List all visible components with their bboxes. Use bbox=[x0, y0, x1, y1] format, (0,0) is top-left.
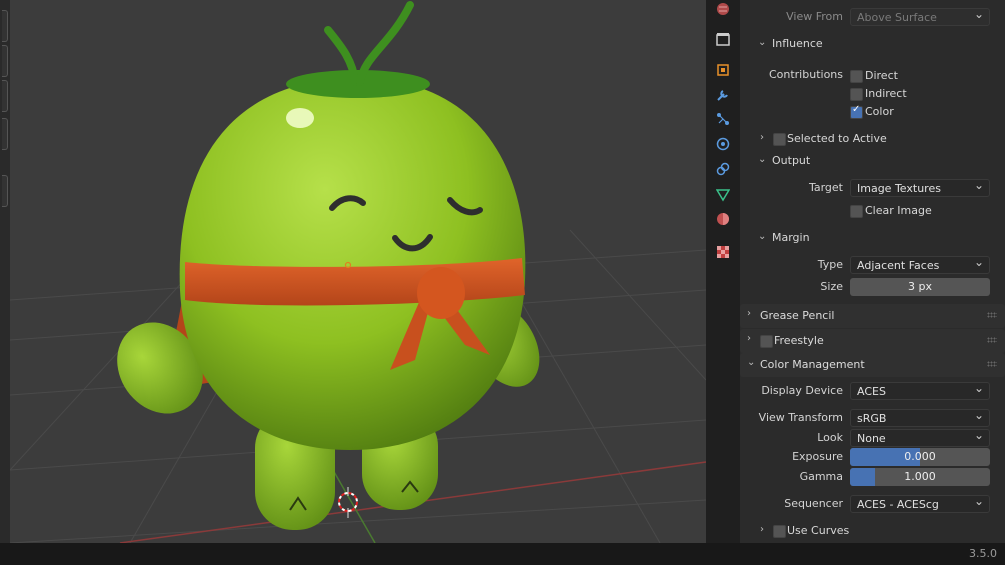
use-curves-header[interactable]: › Use Curves bbox=[760, 520, 1000, 542]
target-dropdown[interactable]: Image Textures bbox=[850, 178, 990, 197]
chevron-down-icon: ⌄ bbox=[758, 154, 767, 165]
version-label: 3.5.0 bbox=[969, 547, 997, 560]
gamma-value: 1.000 bbox=[904, 470, 936, 483]
drag-handle-icon[interactable] bbox=[987, 312, 997, 318]
chevron-right-icon: › bbox=[760, 132, 764, 143]
drag-handle-icon[interactable] bbox=[987, 337, 997, 343]
view-from-dropdown[interactable]: Above Surface bbox=[850, 7, 990, 26]
direct-label: Direct bbox=[865, 69, 898, 82]
margin-type-label: Type bbox=[817, 258, 843, 271]
selected-to-active-checkbox[interactable] bbox=[773, 133, 786, 146]
color-label: Color bbox=[865, 105, 894, 118]
scarf-knot bbox=[417, 267, 465, 319]
modifier-icon[interactable] bbox=[714, 86, 732, 104]
color-checkbox[interactable] bbox=[850, 104, 863, 119]
chevron-right-icon: › bbox=[760, 524, 764, 535]
freestyle-title: Freestyle bbox=[774, 334, 824, 347]
display-device-row: Display Device ACES bbox=[740, 380, 1005, 402]
grease-pencil-panel-header[interactable]: › Grease Pencil bbox=[740, 304, 1005, 328]
margin-size-label: Size bbox=[820, 280, 843, 293]
chevron-down-icon: ⌄ bbox=[758, 37, 767, 48]
exposure-label: Exposure bbox=[792, 450, 843, 463]
influence-header[interactable]: ⌄ Influence bbox=[758, 33, 998, 55]
specular-highlight bbox=[286, 108, 314, 128]
selected-to-active-header[interactable]: › Selected to Active bbox=[760, 128, 1000, 150]
chevron-down-icon: ⌄ bbox=[747, 357, 756, 368]
look-dropdown[interactable]: None bbox=[850, 428, 990, 447]
view-from-label: View From bbox=[786, 10, 843, 23]
toolbar-tool-tab[interactable] bbox=[2, 10, 8, 42]
clear-image-checkbox[interactable] bbox=[850, 205, 863, 218]
collection-icon[interactable] bbox=[714, 30, 732, 48]
physics-icon[interactable] bbox=[714, 135, 732, 153]
indirect-checkbox[interactable] bbox=[850, 88, 863, 101]
toolbar-tool-tab[interactable] bbox=[2, 118, 8, 150]
material-icon[interactable] bbox=[714, 210, 732, 228]
gamma-slider-fill bbox=[850, 468, 876, 486]
use-curves-checkbox[interactable] bbox=[773, 525, 786, 538]
drag-handle-icon[interactable] bbox=[987, 361, 997, 367]
chevron-right-icon: › bbox=[747, 333, 751, 344]
chevron-down-icon: ⌄ bbox=[758, 231, 767, 242]
sequencer-label: Sequencer bbox=[784, 497, 843, 510]
margin-type-row: Type Adjacent Faces bbox=[740, 254, 1005, 276]
use-curves-title: Use Curves bbox=[787, 524, 850, 537]
view-transform-dropdown[interactable]: sRGB bbox=[850, 408, 990, 427]
constraints-icon[interactable] bbox=[714, 160, 732, 178]
view-transform-label: View Transform bbox=[758, 411, 843, 424]
properties-tab-bar bbox=[706, 0, 740, 543]
viewport-scene bbox=[10, 1, 706, 543]
output-header[interactable]: ⌄ Output bbox=[758, 150, 998, 172]
toolbar-tool-tab[interactable] bbox=[2, 80, 8, 112]
view-from-row: View From Above Surface bbox=[740, 6, 1005, 28]
particles-icon[interactable] bbox=[714, 110, 732, 128]
freestyle-checkbox[interactable] bbox=[760, 335, 773, 348]
clear-image-label: Clear Image bbox=[865, 204, 932, 217]
target-label: Target bbox=[808, 181, 843, 194]
color-management-panel-header[interactable]: ⌄ Color Management bbox=[740, 353, 1005, 377]
sequencer-row: Sequencer ACES - ACEScg bbox=[740, 493, 1005, 515]
view-transform-row: View Transform sRGB bbox=[740, 407, 1005, 429]
output-title: Output bbox=[772, 154, 811, 167]
gamma-slider[interactable]: 1.000 bbox=[850, 468, 990, 486]
properties-panel: View From Above Surface ⌄ Influence Cont… bbox=[740, 0, 1005, 543]
look-label: Look bbox=[817, 431, 843, 444]
display-device-label: Display Device bbox=[761, 384, 843, 397]
freestyle-panel-header[interactable]: › Freestyle bbox=[740, 329, 1005, 353]
texture-icon[interactable] bbox=[714, 243, 732, 261]
direct-checkbox[interactable] bbox=[850, 70, 863, 83]
toolbar-tool-tab[interactable] bbox=[2, 175, 8, 207]
3d-viewport[interactable] bbox=[10, 0, 706, 543]
exposure-row: Exposure 0.000 bbox=[740, 446, 1005, 468]
selected-to-active-title: Selected to Active bbox=[787, 132, 887, 145]
margin-title: Margin bbox=[772, 231, 810, 244]
sprout-right bbox=[356, 1, 414, 86]
display-device-dropdown[interactable]: ACES bbox=[850, 381, 990, 400]
object-icon[interactable] bbox=[714, 61, 732, 79]
margin-size-row: Size 3 px bbox=[740, 276, 1005, 298]
left-toolbar-strip bbox=[0, 0, 10, 543]
world-icon[interactable] bbox=[714, 0, 732, 18]
margin-size-field[interactable]: 3 px bbox=[850, 278, 990, 296]
grease-pencil-title: Grease Pencil bbox=[760, 309, 835, 322]
gamma-label: Gamma bbox=[799, 470, 843, 483]
status-bar: 3.5.0 bbox=[0, 543, 1005, 565]
gamma-row: Gamma 1.000 bbox=[740, 466, 1005, 488]
data-icon[interactable] bbox=[714, 186, 732, 204]
exposure-slider[interactable]: 0.000 bbox=[850, 448, 990, 466]
color-management-title: Color Management bbox=[760, 358, 865, 371]
target-row: Target Image Textures bbox=[740, 177, 1005, 199]
margin-header[interactable]: ⌄ Margin bbox=[758, 227, 998, 249]
margin-size-value: 3 px bbox=[908, 280, 932, 293]
influence-title: Influence bbox=[772, 37, 823, 50]
3d-cursor[interactable] bbox=[338, 487, 358, 518]
indirect-label: Indirect bbox=[865, 87, 907, 100]
toolbar-tool-tab[interactable] bbox=[2, 45, 8, 77]
margin-type-dropdown[interactable]: Adjacent Faces bbox=[850, 255, 990, 274]
exposure-value: 0.000 bbox=[904, 450, 936, 463]
contributions-label: Contributions bbox=[768, 68, 843, 81]
sequencer-dropdown[interactable]: ACES - ACEScg bbox=[850, 494, 990, 513]
chevron-right-icon: › bbox=[747, 308, 751, 319]
